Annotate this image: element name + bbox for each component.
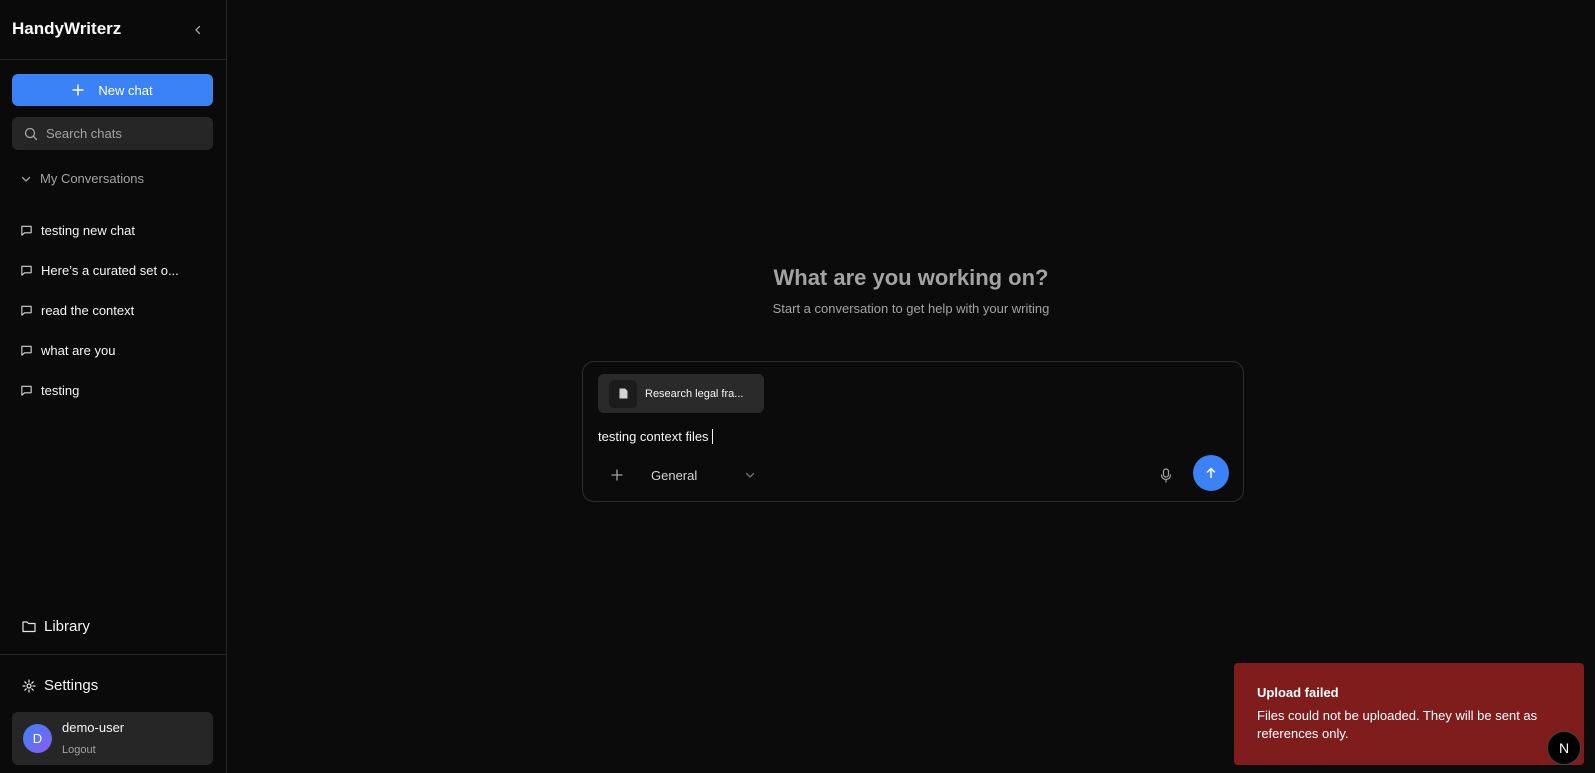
new-chat-label: New chat xyxy=(98,82,153,98)
app-brand: HandyWriterz xyxy=(12,19,122,38)
user-card: D demo-user Logout xyxy=(12,712,213,765)
toast-body: Files could not be uploaded. They will b… xyxy=(1257,708,1538,741)
conversation-item[interactable]: testing xyxy=(20,370,215,410)
plus-icon xyxy=(611,469,623,481)
search-icon xyxy=(24,127,38,140)
message-square-icon xyxy=(21,305,32,316)
message-square-icon xyxy=(21,345,32,356)
mode-select[interactable]: General xyxy=(651,468,697,483)
message-composer: Research legal fra... testing context fi… xyxy=(582,361,1244,502)
message-input[interactable]: testing context files xyxy=(598,429,713,444)
chevron-down-icon[interactable] xyxy=(744,469,756,481)
message-text: testing context files xyxy=(598,429,709,444)
attachment-name: Research legal fra... xyxy=(645,387,744,400)
chevron-down-icon xyxy=(21,176,31,182)
message-square-icon xyxy=(21,265,32,276)
mic-icon xyxy=(1160,467,1172,483)
conversation-title: what are you xyxy=(41,342,116,358)
library-link[interactable]: Library xyxy=(22,618,90,635)
send-button[interactable] xyxy=(1193,455,1229,491)
conversation-list: testing new chat Here’s a curated set o.… xyxy=(20,210,215,410)
conversation-title: read the context xyxy=(41,302,135,318)
conversation-item[interactable]: testing new chat xyxy=(20,210,215,250)
conversation-item[interactable]: read the context xyxy=(20,290,215,330)
conversation-item[interactable]: Here’s a curated set o... xyxy=(20,250,215,290)
add-attachment-button[interactable] xyxy=(607,465,627,485)
settings-link[interactable]: Settings xyxy=(22,677,98,694)
voice-input-button[interactable] xyxy=(1157,466,1175,484)
plus-icon xyxy=(72,84,85,96)
arrow-up-icon xyxy=(1206,467,1216,479)
page-subtitle: Start a conversation to get help with yo… xyxy=(772,301,1050,316)
conversation-title: Here’s a curated set o... xyxy=(41,262,179,278)
dev-tools-badge[interactable]: N xyxy=(1547,731,1581,765)
search-box[interactable] xyxy=(12,117,213,150)
chevron-left-icon xyxy=(195,25,201,35)
conversations-section-toggle[interactable]: My Conversations xyxy=(20,171,144,186)
message-square-icon xyxy=(21,385,32,396)
page-title: What are you working on? xyxy=(773,265,1049,290)
upload-failed-toast: Upload failed Files could not be uploade… xyxy=(1234,663,1584,765)
sidebar-header: HandyWriterz xyxy=(0,0,227,60)
sidebar-divider xyxy=(0,654,227,655)
conversation-title: testing xyxy=(41,382,80,398)
section-label: My Conversations xyxy=(40,171,145,186)
app-root: HandyWriterz New chat My Conversations t… xyxy=(0,0,1595,773)
message-square-icon xyxy=(21,225,32,236)
search-input[interactable] xyxy=(46,126,196,141)
toast-title: Upload failed xyxy=(1257,685,1339,700)
new-chat-button[interactable]: New chat xyxy=(12,74,213,106)
settings-label: Settings xyxy=(44,677,99,694)
folder-icon xyxy=(22,621,36,633)
file-icon xyxy=(609,379,637,408)
attachment-chip[interactable]: Research legal fra... xyxy=(598,374,764,413)
conversation-title: testing new chat xyxy=(41,222,135,238)
text-caret xyxy=(711,429,713,444)
gear-icon xyxy=(22,678,36,693)
library-label: Library xyxy=(44,618,90,635)
logout-link[interactable]: Logout xyxy=(62,744,96,756)
avatar: D xyxy=(23,724,52,753)
sidebar: HandyWriterz New chat My Conversations t… xyxy=(0,0,227,773)
collapse-sidebar-button[interactable] xyxy=(188,20,208,40)
conversation-item[interactable]: what are you xyxy=(20,330,215,370)
username: demo-user xyxy=(62,720,125,735)
